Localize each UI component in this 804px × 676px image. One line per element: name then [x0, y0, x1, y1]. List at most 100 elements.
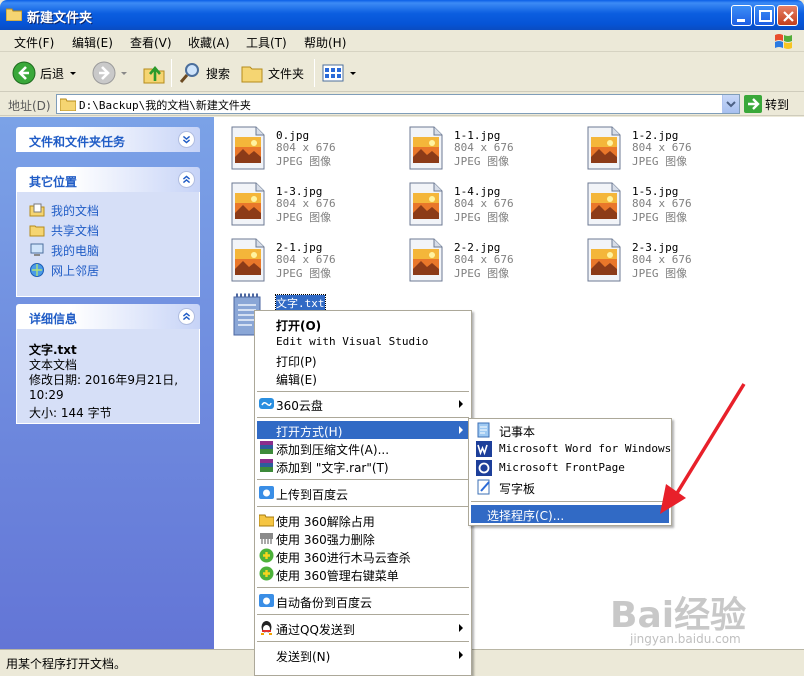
menu-add-to-archive[interactable]: 添加到压缩文件(A)... [257, 439, 469, 457]
chevron-down-icon[interactable] [349, 69, 357, 77]
file-type: JPEG 图像 [632, 155, 688, 168]
minimize-button[interactable] [731, 5, 752, 26]
file-type: JPEG 图像 [454, 155, 510, 168]
qq-penguin-icon [261, 621, 272, 635]
close-button[interactable] [777, 5, 798, 26]
menu-360-cloud[interactable]: 360云盘 [257, 395, 469, 413]
search-icon [179, 63, 199, 83]
menu-file[interactable]: 文件(F) [14, 34, 54, 51]
file-item[interactable]: 1-1.jpg 804 x 676 JPEG 图像 [398, 120, 568, 170]
file-item[interactable]: 1-3.jpg 804 x 676 JPEG 图像 [220, 176, 390, 226]
detail-filename: 文字.txt [29, 343, 77, 357]
address-path: D:\Backup\我的文档\新建文件夹 [79, 99, 251, 112]
menu-help[interactable]: 帮助(H) [304, 34, 346, 51]
forward-arrow-icon [92, 61, 116, 85]
maximize-button[interactable] [754, 5, 775, 26]
details-panel: 详细信息 文字.txt 文本文档 修改日期: 2016年9月21日, 10:29… [16, 304, 200, 424]
windows-logo-icon [775, 34, 792, 49]
details-title: 详细信息 [29, 312, 78, 326]
file-item[interactable]: 1-5.jpg 804 x 676 JPEG 图像 [576, 176, 746, 226]
folders-button[interactable]: 文件夹 [240, 59, 304, 87]
address-dropdown-button[interactable] [722, 95, 739, 113]
menu-edit-with-vs[interactable]: Edit with Visual Studio [257, 333, 469, 351]
menu-print[interactable]: 打印(P) [257, 351, 469, 369]
link-my-computer[interactable]: 我的电脑 [29, 240, 187, 260]
menu-send-to[interactable]: 发送到(N) [257, 646, 469, 664]
maximize-icon [759, 10, 772, 22]
link-my-documents[interactable]: 我的文档 [29, 200, 187, 220]
link-shared-documents[interactable]: 共享文档 [29, 220, 187, 240]
my-computer-icon [30, 243, 44, 256]
jpeg-image-icon [409, 126, 443, 170]
address-bar: 地址(D) D:\Backup\我的文档\新建文件夹 转到 [0, 92, 804, 116]
menu-backup-baidu[interactable]: 自动备份到百度云 [257, 592, 469, 610]
forward-button[interactable] [92, 59, 128, 87]
menu-360-scan[interactable]: 使用 360进行木马云查杀 [257, 547, 469, 565]
back-button[interactable]: 后退 [12, 59, 77, 87]
status-text: 用某个程序打开文档。 [6, 657, 127, 671]
collapse-chevron-icon[interactable] [178, 308, 195, 325]
menu-360-unlock[interactable]: 使用 360解除占用 [257, 511, 469, 529]
address-input[interactable]: D:\Backup\我的文档\新建文件夹 [56, 94, 740, 114]
up-folder-button[interactable] [142, 59, 170, 87]
shredder-icon [260, 533, 273, 544]
file-item[interactable]: 2-1.jpg 804 x 676 JPEG 图像 [220, 232, 390, 282]
file-item[interactable]: 1-4.jpg 804 x 676 JPEG 图像 [398, 176, 568, 226]
file-type: JPEG 图像 [454, 211, 510, 224]
file-item[interactable]: 1-2.jpg 804 x 676 JPEG 图像 [576, 120, 746, 170]
explorer-window: 新建文件夹 文件(F) 编辑(E) 查看(V) 收藏(A) 工具(T) 帮助(H… [0, 0, 804, 676]
file-tasks-header[interactable]: 文件和文件夹任务 [16, 127, 200, 152]
minimize-icon [737, 19, 745, 22]
file-type: JPEG 图像 [454, 267, 510, 280]
menu-send-qq[interactable]: 通过QQ发送到 [257, 619, 469, 637]
file-type: JPEG 图像 [632, 211, 688, 224]
expand-chevron-icon[interactable] [178, 131, 195, 148]
address-label: 地址(D) [8, 99, 51, 113]
menu-upload-baidu[interactable]: 上传到百度云 [257, 484, 469, 502]
menu-favorites[interactable]: 收藏(A) [188, 34, 230, 51]
menu-tools[interactable]: 工具(T) [246, 34, 287, 51]
views-button[interactable] [321, 59, 357, 87]
unlock-folder-icon [259, 514, 274, 527]
menu-360-delete[interactable]: 使用 360强力删除 [257, 529, 469, 547]
menu-360-manage[interactable]: 使用 360管理右键菜单 [257, 565, 469, 583]
menu-edit-file[interactable]: 编辑(E) [257, 369, 469, 387]
my-documents-icon [29, 203, 45, 217]
jpeg-image-icon [409, 182, 443, 226]
file-item[interactable]: 2-2.jpg 804 x 676 JPEG 图像 [398, 232, 568, 282]
notepad-icon [477, 422, 490, 438]
go-label: 转到 [765, 97, 790, 112]
jpeg-image-icon [231, 238, 265, 282]
submenu-arrow-icon [459, 426, 463, 434]
collapse-chevron-icon[interactable] [178, 171, 195, 188]
menu-edit[interactable]: 编辑(E) [72, 34, 113, 51]
jpeg-image-icon [231, 126, 265, 170]
file-item[interactable]: 2-3.jpg 804 x 676 JPEG 图像 [576, 232, 746, 282]
window-title: 新建文件夹 [27, 11, 93, 26]
menu-view[interactable]: 查看(V) [130, 34, 172, 51]
wordpad-icon [477, 479, 490, 495]
title-bar[interactable]: 新建文件夹 [0, 0, 804, 30]
close-icon [783, 11, 794, 22]
file-type: JPEG 图像 [276, 211, 332, 224]
search-button[interactable]: 搜索 [178, 59, 230, 87]
details-header[interactable]: 详细信息 [16, 304, 200, 329]
menu-open-with[interactable]: 打开方式(H) [257, 421, 469, 439]
annotation-arrow-icon [660, 383, 746, 514]
chevron-down-icon[interactable] [120, 69, 128, 77]
menu-open[interactable]: 打开(O) [257, 315, 469, 333]
link-network-places[interactable]: 网上邻居 [29, 260, 187, 280]
menu-add-to-rar[interactable]: 添加到 "文字.rar"(T) [257, 457, 469, 475]
go-button[interactable]: 转到 [744, 95, 789, 113]
file-type: JPEG 图像 [276, 155, 332, 168]
chevron-down-icon[interactable] [69, 69, 77, 77]
file-item[interactable]: 0.jpg 804 x 676 JPEG 图像 [220, 120, 390, 170]
other-places-header[interactable]: 其它位置 [16, 167, 200, 192]
up-folder-icon [143, 65, 165, 84]
other-places-panel: 其它位置 我的文档 共享文档 我的电脑 网上邻居 [16, 167, 200, 297]
frontpage-icon [476, 460, 492, 476]
chevron-down-icon [726, 101, 736, 108]
360-shield-icon [259, 548, 274, 563]
baidu-cloud-icon [259, 594, 274, 607]
folder-icon [6, 8, 22, 21]
